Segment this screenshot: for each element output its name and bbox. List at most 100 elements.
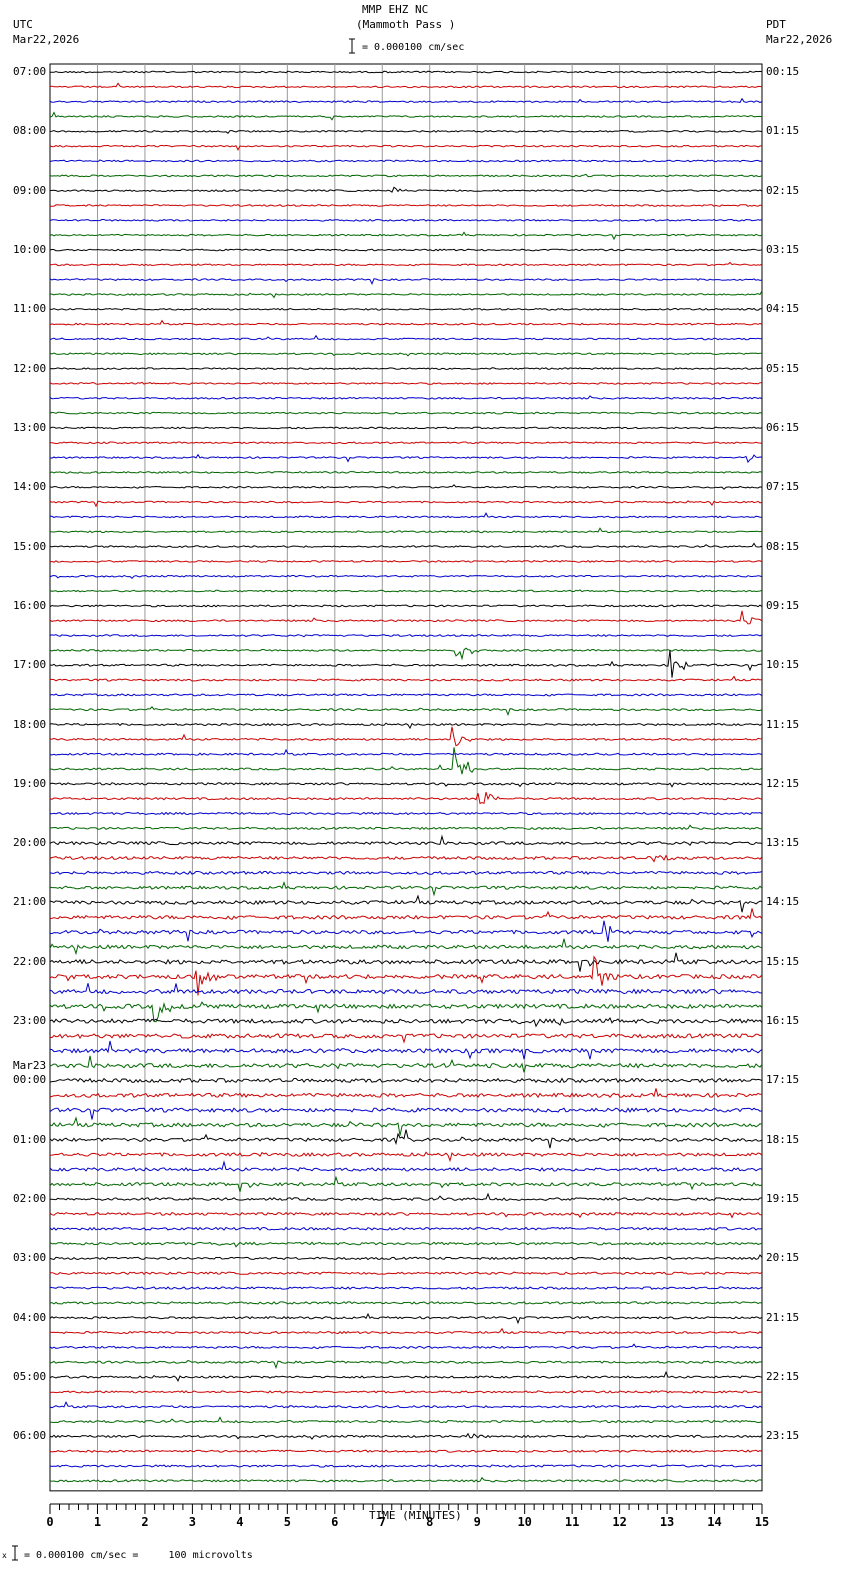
x-tick-label: 11 [565,1515,579,1529]
trace-5 [49,144,763,152]
utc-hour-label: 13:00 [13,420,47,434]
x-tick-label: 12 [612,1515,626,1529]
trace-8 [49,186,763,193]
trace-84 [49,1312,763,1325]
x-tick-label: 4 [236,1515,243,1529]
pdt-hour-label: 09:15 [766,598,800,612]
trace-27 [49,471,763,474]
utc-hour-label: 02:00 [13,1192,47,1206]
trace-2 [49,97,763,104]
trace-18 [49,334,762,341]
x-tick-label: 15 [755,1515,769,1529]
trace-15 [49,290,763,299]
trace-23 [49,411,763,415]
trace-68 [49,1077,763,1084]
pdt-hour-label: 13:15 [766,836,800,850]
trace-69 [49,1088,762,1099]
trace-32 [49,542,763,548]
trace-42 [49,693,763,697]
trace-66 [49,1040,763,1060]
trace-93 [49,1449,763,1453]
trace-1 [49,82,763,89]
trace-78 [49,1226,763,1231]
trace-26 [49,453,763,464]
pdt-hour-label: 23:15 [766,1429,800,1443]
trace-82 [49,1286,763,1290]
pdt-hour-label: 15:15 [766,954,800,968]
trace-70 [49,1107,763,1120]
trace-65 [49,1033,763,1044]
trace-90 [49,1401,763,1409]
trace-53 [49,854,763,863]
pdt-hour-label: 12:15 [766,776,800,790]
utc-hour-label: 19:00 [13,776,47,790]
utc-hour-label: 20:00 [13,836,47,850]
trace-72 [49,1129,763,1149]
pdt-hour-label: 08:15 [766,539,800,553]
trace-34 [49,574,763,579]
trace-76 [50,1192,762,1201]
trace-14 [49,278,763,286]
trace-73 [49,1151,763,1163]
trace-40 [49,650,762,678]
utc-hour-label: 04:00 [13,1310,47,1324]
trace-88 [49,1370,763,1383]
pdt-hour-label: 18:15 [766,1132,800,1146]
trace-35 [49,589,763,593]
scale-bar-icon [349,38,355,54]
trace-49 [49,791,763,805]
date-change-label: Mar23 [13,1059,47,1073]
trace-24 [49,426,763,430]
trace-25 [49,441,763,445]
helicorder: MMP EHZ NC (Mammoth Pass ) UTC Mar22,202… [0,0,850,1584]
trace-30 [49,512,763,519]
x-tick-label: 0 [46,1515,53,1529]
trace-33 [49,559,763,563]
trace-36 [49,604,763,608]
pdt-hour-label: 04:15 [766,302,800,316]
trace-87 [49,1359,763,1370]
pdt-hour-label: 06:15 [766,420,800,434]
trace-57 [49,908,763,921]
trace-58 [49,920,763,942]
trace-94 [49,1464,762,1468]
pdt-hour-label: 16:15 [766,1014,800,1028]
trace-0 [50,70,763,74]
trace-71 [49,1116,763,1136]
utc-hour-label: 22:00 [13,954,47,968]
trace-11 [49,231,763,241]
utc-hour-label: 06:00 [13,1429,47,1443]
utc-hour-label: 23:00 [13,1014,47,1028]
seismogram-plot: 0 1 2 3 4 5 6 7 8 9 10 11 12 13 14 15 [12,38,769,1561]
trace-19 [49,352,763,357]
trace-17 [49,319,763,326]
pdt-hour-label: 03:15 [766,242,800,256]
pdt-hour-label: 17:15 [766,1073,800,1087]
utc-hour-label: 09:00 [13,183,47,197]
trace-62 [49,983,763,995]
utc-hour-label: 03:00 [13,1251,47,1265]
trace-83 [49,1301,763,1305]
pdt-hour-label: 14:15 [766,895,800,909]
utc-hour-label: 08:00 [13,124,47,138]
x-tick-label: 7 [379,1515,386,1529]
utc-hour-label: 00:00 [13,1073,47,1087]
x-tick-label: 1 [94,1515,101,1529]
trace-80 [49,1254,763,1261]
trace-74 [49,1160,763,1172]
trace-38 [49,634,763,638]
trace-60 [49,952,762,972]
utc-hour-label: 17:00 [13,658,47,672]
trace-13 [49,261,763,267]
pdt-hour-label: 19:15 [766,1192,800,1206]
trace-31 [49,527,763,534]
trace-67 [49,1055,763,1073]
utc-hour-label: 05:00 [13,1370,47,1384]
utc-hour-label: 14:00 [13,480,47,494]
trace-39 [49,647,763,661]
trace-21 [49,381,763,385]
utc-hour-label: 07:00 [13,65,47,78]
trace-92 [49,1432,763,1440]
x-tick-label: 10 [517,1515,531,1529]
trace-4 [49,129,763,135]
